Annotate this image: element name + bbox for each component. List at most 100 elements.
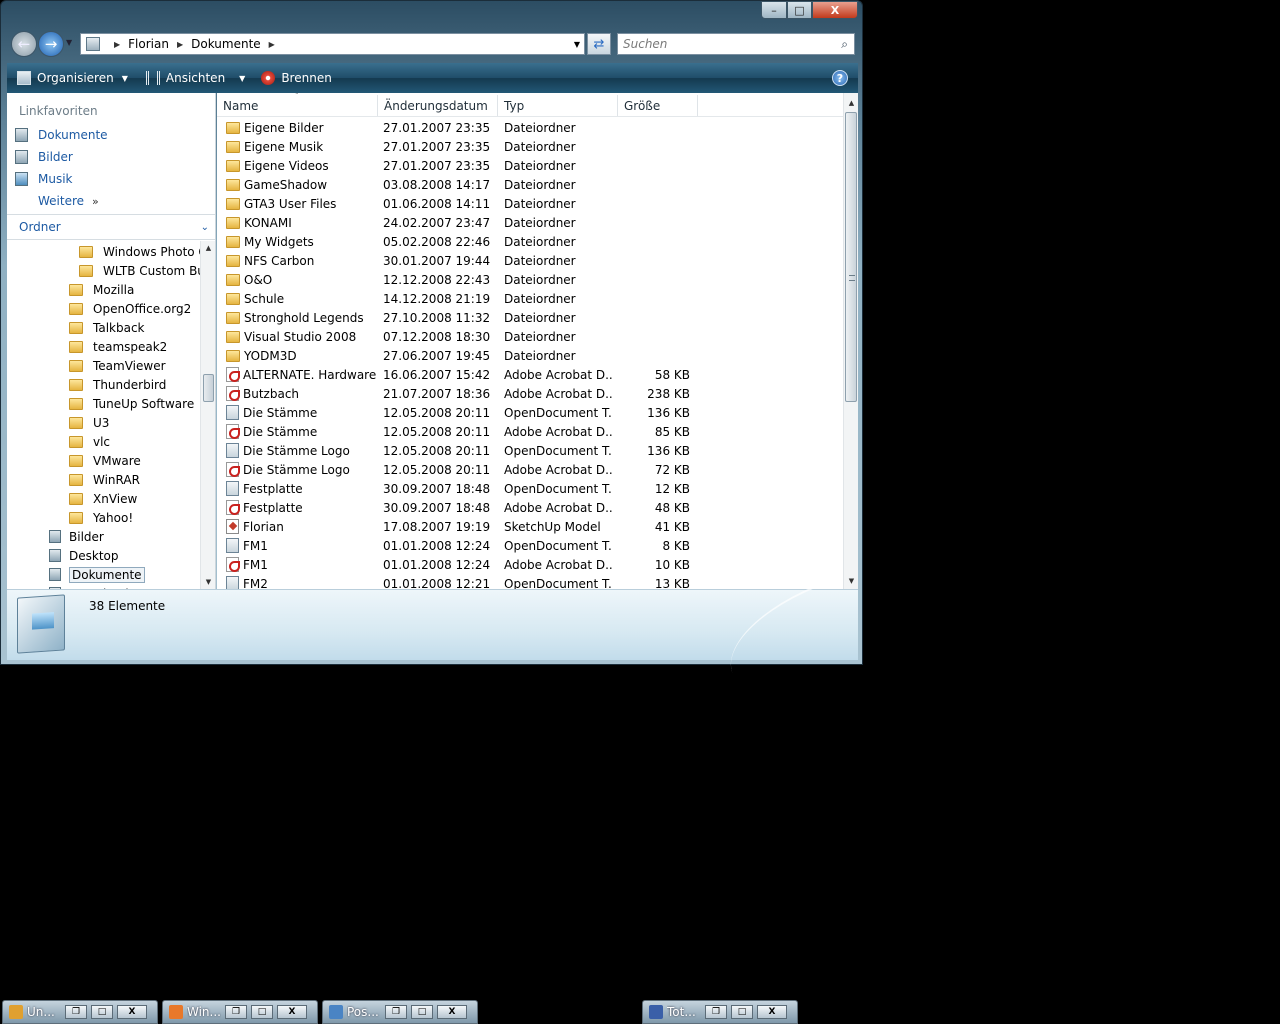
scroll-thumb[interactable]	[845, 112, 857, 402]
maximize-button[interactable]: □	[91, 1005, 113, 1019]
tree-item[interactable]: Desktop	[49, 546, 119, 565]
burn-button[interactable]: Brennen	[261, 71, 332, 85]
file-row[interactable]: FM1 01.01.2008 12:24 OpenDocument T... 8 KB	[217, 536, 843, 555]
file-name[interactable]: ALTERNATE. Hardware...	[226, 367, 376, 382]
file-row[interactable]: FM2 01.01.2008 12:21 OpenDocument T... 13 K…	[217, 574, 843, 589]
column-header-type[interactable]: Typ	[498, 95, 618, 116]
breadcrumb-florian[interactable]: Florian	[128, 37, 169, 51]
tree-item[interactable]: WinRAR	[69, 470, 140, 489]
file-row[interactable]: GTA3 User Files 01.06.2008 14:11 Dateiordn…	[217, 194, 843, 213]
address-bar[interactable]: ▶ Florian ▶ Dokumente ▶ ▼	[80, 33, 585, 55]
file-name[interactable]: Stronghold Legends	[226, 311, 376, 325]
folders-header[interactable]: Ordner ⌄	[7, 214, 215, 240]
tree-item[interactable]: XnView	[69, 489, 137, 508]
file-name[interactable]: GameShadow	[226, 178, 376, 192]
minimize-button[interactable]: –	[761, 1, 787, 19]
scroll-up-arrow-icon[interactable]: ▲	[201, 241, 216, 255]
maximize-button[interactable]: □	[731, 1005, 753, 1019]
file-row[interactable]: ALTERNATE. Hardware... 16.06.2007 15:42 Ad…	[217, 365, 843, 384]
refresh-button[interactable]: ⇄	[587, 33, 611, 55]
file-name[interactable]: Die Stämme Logo	[226, 462, 376, 477]
minimized-window[interactable]: Un... ❐ □ X	[2, 1000, 158, 1024]
file-row[interactable]: Visual Studio 2008 07.12.2008 18:30 Dateio…	[217, 327, 843, 346]
minimized-window[interactable]: Win... ❐ □ X	[162, 1000, 318, 1024]
scroll-up-arrow-icon[interactable]: ▲	[844, 95, 859, 111]
tree-item[interactable]: TuneUp Software	[69, 394, 194, 413]
file-row[interactable]: Butzbach 21.07.2007 18:36 Adobe Acrobat D.…	[217, 384, 843, 403]
file-row[interactable]: Festplatte 30.09.2007 18:48 Adobe Acrobat …	[217, 498, 843, 517]
file-name[interactable]: Festplatte	[226, 500, 376, 515]
file-row[interactable]: Eigene Bilder 27.01.2007 23:35 Dateiordner	[217, 118, 843, 137]
file-name[interactable]: Die Stämme	[226, 405, 376, 420]
maximize-button[interactable]: □	[411, 1005, 433, 1019]
close-button[interactable]: X	[277, 1005, 307, 1019]
more-favorites-link[interactable]: Weitere»	[38, 194, 99, 208]
file-name[interactable]: FM1	[226, 538, 376, 553]
favorite-link-bilder[interactable]: Bilder	[15, 150, 73, 164]
views-button[interactable]: Ansichten ▼	[145, 71, 245, 85]
tree-item[interactable]: Windows Photo Ga	[79, 242, 200, 261]
folder-tree-scrollbar[interactable]: ▲ ▼	[200, 241, 215, 589]
tree-item[interactable]: TeamViewer	[69, 356, 166, 375]
file-row[interactable]: Die Stämme 12.05.2008 20:11 OpenDocument T…	[217, 403, 843, 422]
file-name[interactable]: YODM3D	[226, 349, 376, 363]
tree-item[interactable]: Yahoo!	[69, 508, 133, 527]
file-row[interactable]: Florian 17.08.2007 19:19 SketchUp Model 41 …	[217, 517, 843, 536]
file-name[interactable]: Butzbach	[226, 386, 376, 401]
tree-item[interactable]: Dokumente	[49, 565, 145, 584]
file-name[interactable]: Schule	[226, 292, 376, 306]
file-row[interactable]: Die Stämme Logo 12.05.2008 20:11 OpenDocum…	[217, 441, 843, 460]
restore-button[interactable]: ❐	[385, 1005, 407, 1019]
close-button[interactable]: X	[437, 1005, 467, 1019]
tree-item[interactable]: Mozilla	[69, 280, 134, 299]
search-icon[interactable]: ⌕	[841, 37, 848, 52]
file-name[interactable]: FM2	[226, 576, 376, 589]
file-list-scrollbar[interactable]: ▲ ▼	[843, 93, 858, 589]
organize-button[interactable]: Organisieren ▼	[17, 71, 128, 85]
address-dropdown-icon[interactable]: ▼	[574, 40, 580, 49]
tree-item[interactable]: vlc	[69, 432, 110, 451]
close-button[interactable]: X	[812, 1, 858, 19]
file-row[interactable]: Schule 14.12.2008 21:19 Dateiordner	[217, 289, 843, 308]
file-name[interactable]: FM1	[226, 557, 376, 572]
file-row[interactable]: KONAMI 24.02.2007 23:47 Dateiordner	[217, 213, 843, 232]
file-name[interactable]: NFS Carbon	[226, 254, 376, 268]
restore-button[interactable]: ❐	[65, 1005, 87, 1019]
scroll-down-arrow-icon[interactable]: ▼	[844, 573, 859, 589]
restore-button[interactable]: ❐	[705, 1005, 727, 1019]
file-row[interactable]: My Widgets 05.02.2008 22:46 Dateiordner	[217, 232, 843, 251]
file-name[interactable]: GTA3 User Files	[226, 197, 376, 211]
scroll-down-arrow-icon[interactable]: ▼	[201, 575, 216, 589]
tree-item[interactable]: WLTB Custom But	[79, 261, 200, 280]
recent-pages-dropdown[interactable]: ▼	[66, 38, 72, 47]
file-name[interactable]: O&O	[226, 273, 376, 287]
breadcrumb-chevron-icon[interactable]: ▶	[114, 40, 120, 49]
maximize-button[interactable]: □	[787, 1, 812, 19]
favorite-link-musik[interactable]: Musik	[15, 172, 73, 186]
minimized-window[interactable]: Pos... ❐ □ X	[322, 1000, 478, 1024]
file-name[interactable]: My Widgets	[226, 235, 376, 249]
minimized-window[interactable]: Tot... ❐ □ X	[642, 1000, 798, 1024]
tree-item[interactable]: VMware	[69, 451, 141, 470]
maximize-button[interactable]: □	[251, 1005, 273, 1019]
breadcrumb-chevron-icon[interactable]: ▶	[177, 40, 183, 49]
tree-item[interactable]: U3	[69, 413, 109, 432]
file-name[interactable]: Eigene Videos	[226, 159, 376, 173]
file-row[interactable]: Die Stämme Logo 12.05.2008 20:11 Adobe Acr…	[217, 460, 843, 479]
search-input[interactable]: Suchen ⌕	[617, 33, 855, 55]
back-button[interactable]: ←	[11, 31, 37, 57]
scroll-thumb[interactable]	[203, 374, 214, 402]
tree-item[interactable]: teamspeak2	[69, 337, 167, 356]
file-name[interactable]: Die Stämme	[226, 424, 376, 439]
file-name[interactable]: Festplatte	[226, 481, 376, 496]
tree-item[interactable]: Bilder	[49, 527, 104, 546]
file-row[interactable]: Eigene Musik 27.01.2007 23:35 Dateiordner	[217, 137, 843, 156]
breadcrumb-dokumente[interactable]: Dokumente	[191, 37, 261, 51]
file-row[interactable]: Die Stämme 12.05.2008 20:11 Adobe Acrobat …	[217, 422, 843, 441]
file-row[interactable]: Festplatte 30.09.2007 18:48 OpenDocument T…	[217, 479, 843, 498]
file-row[interactable]: FM1 01.01.2008 12:24 Adobe Acrobat D... 10 …	[217, 555, 843, 574]
file-row[interactable]: YODM3D 27.06.2007 19:45 Dateiordner	[217, 346, 843, 365]
tree-item[interactable]: Thunderbird	[69, 375, 166, 394]
file-name[interactable]: Florian	[226, 519, 376, 534]
breadcrumb-chevron-icon[interactable]: ▶	[269, 40, 275, 49]
